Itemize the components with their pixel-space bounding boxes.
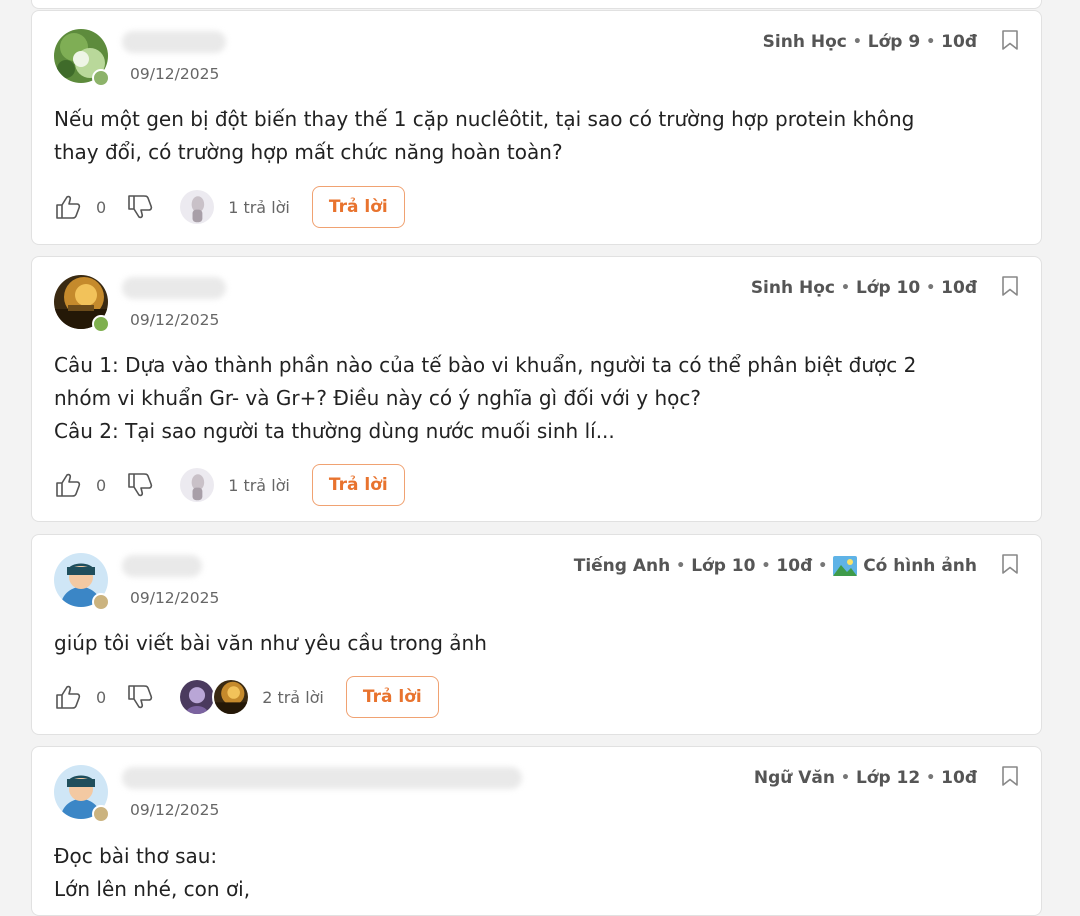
question-text[interactable]: Câu 1: Dựa vào thành phần nào của tế bào…	[54, 349, 916, 448]
reply-button[interactable]: Trả lời	[311, 186, 405, 228]
separator: •	[818, 558, 828, 574]
separator: •	[852, 34, 862, 50]
grade-label: Lớp 9	[867, 32, 921, 52]
post-date: 09/12/2025	[130, 65, 220, 83]
thumbs-down-icon[interactable]	[126, 683, 154, 711]
question-card[interactable]: 09/12/2025 Sinh Học • Lớp 10 • 10đ Câu 1…	[31, 256, 1042, 522]
like-count: 0	[96, 687, 107, 707]
question-text[interactable]: Nếu một gen bị đột biến thay thế 1 cặp n…	[54, 103, 914, 169]
post-date: 09/12/2025	[130, 801, 220, 819]
separator: •	[926, 280, 936, 296]
picture-icon	[833, 556, 858, 576]
replier-avatar	[178, 188, 217, 226]
separator: •	[926, 770, 936, 786]
replier-avatars	[178, 678, 251, 716]
question-meta: Ngữ Văn • Lớp 12 • 10đ	[754, 768, 977, 788]
thumbs-up-icon[interactable]	[54, 471, 82, 499]
thumbs-down-icon[interactable]	[126, 471, 154, 499]
level-badge	[92, 805, 110, 823]
bookmark-icon[interactable]	[1001, 765, 1019, 787]
reply-button[interactable]: Trả lời	[311, 464, 405, 506]
question-text[interactable]: Đọc bài thơ sau: Lớn lên nhé, con ơi,	[54, 840, 250, 906]
question-meta: Tiếng Anh • Lớp 10 • 10đ • Có hình ảnh	[574, 556, 977, 576]
username-blurred	[122, 277, 226, 299]
bookmark-icon[interactable]	[1001, 275, 1019, 297]
question-actions: 0 1 trả lời Trả lời	[54, 185, 405, 229]
replier-avatar	[212, 678, 251, 716]
question-card[interactable]: 09/12/2025 Sinh Học • Lớp 9 • 10đ Nếu mộ…	[31, 10, 1042, 245]
replier-avatars	[178, 466, 217, 504]
question-feed: 09/12/2025 Sinh Học • Lớp 9 • 10đ Nếu mộ…	[0, 0, 1080, 916]
thumbs-up-icon[interactable]	[54, 683, 82, 711]
has-image-label: Có hình ảnh	[863, 556, 977, 576]
question-text[interactable]: giúp tôi viết bài văn như yêu cầu trong …	[54, 627, 487, 660]
post-date: 09/12/2025	[130, 589, 220, 607]
grade-label: Lớp 10	[855, 278, 921, 298]
grade-label: Lớp 10	[691, 556, 756, 576]
reply-count: 1 trả lời	[228, 475, 290, 495]
points-label: 10đ	[941, 768, 977, 788]
username-blurred	[122, 555, 202, 577]
bookmark-icon[interactable]	[1001, 553, 1019, 575]
points-label: 10đ	[941, 278, 977, 298]
thumbs-up-icon[interactable]	[54, 193, 82, 221]
separator: •	[841, 280, 850, 296]
separator: •	[926, 34, 936, 50]
thumbs-down-icon[interactable]	[126, 193, 154, 221]
previous-card-edge	[31, 0, 1042, 9]
replier-avatar	[178, 678, 217, 716]
grade-label: Lớp 12	[855, 768, 921, 788]
like-count: 0	[96, 475, 107, 495]
subject-label: Sinh Học	[762, 32, 847, 52]
question-card[interactable]: 09/12/2025 Tiếng Anh • Lớp 10 • 10đ • Có…	[31, 534, 1042, 735]
level-badge	[92, 593, 110, 611]
bookmark-icon[interactable]	[1001, 29, 1019, 51]
like-count: 0	[96, 197, 107, 217]
question-actions: 0 2 trả lời Trả lời	[54, 675, 439, 719]
reply-count: 2 trả lời	[262, 687, 324, 707]
points-label: 10đ	[941, 32, 977, 52]
question-meta: Sinh Học • Lớp 9 • 10đ	[763, 32, 977, 52]
separator: •	[841, 770, 850, 786]
subject-label: Sinh Học	[750, 278, 835, 298]
level-badge	[92, 315, 110, 333]
question-meta: Sinh Học • Lớp 10 • 10đ	[751, 278, 977, 298]
post-date: 09/12/2025	[130, 311, 220, 329]
points-label: 10đ	[776, 556, 813, 576]
username-blurred	[122, 31, 226, 53]
reply-count: 1 trả lời	[228, 197, 290, 217]
replier-avatars	[178, 188, 217, 226]
reply-button[interactable]: Trả lời	[345, 676, 439, 718]
replier-avatar	[178, 466, 217, 504]
question-actions: 0 1 trả lời Trả lời	[54, 463, 405, 507]
question-card[interactable]: 09/12/2025 Ngữ Văn • Lớp 12 • 10đ Đọc bà…	[31, 746, 1042, 916]
separator: •	[761, 558, 771, 574]
username-blurred	[122, 767, 522, 789]
subject-label: Ngữ Văn	[753, 768, 835, 788]
subject-label: Tiếng Anh	[573, 556, 671, 576]
level-badge	[92, 69, 110, 87]
separator: •	[676, 558, 686, 574]
